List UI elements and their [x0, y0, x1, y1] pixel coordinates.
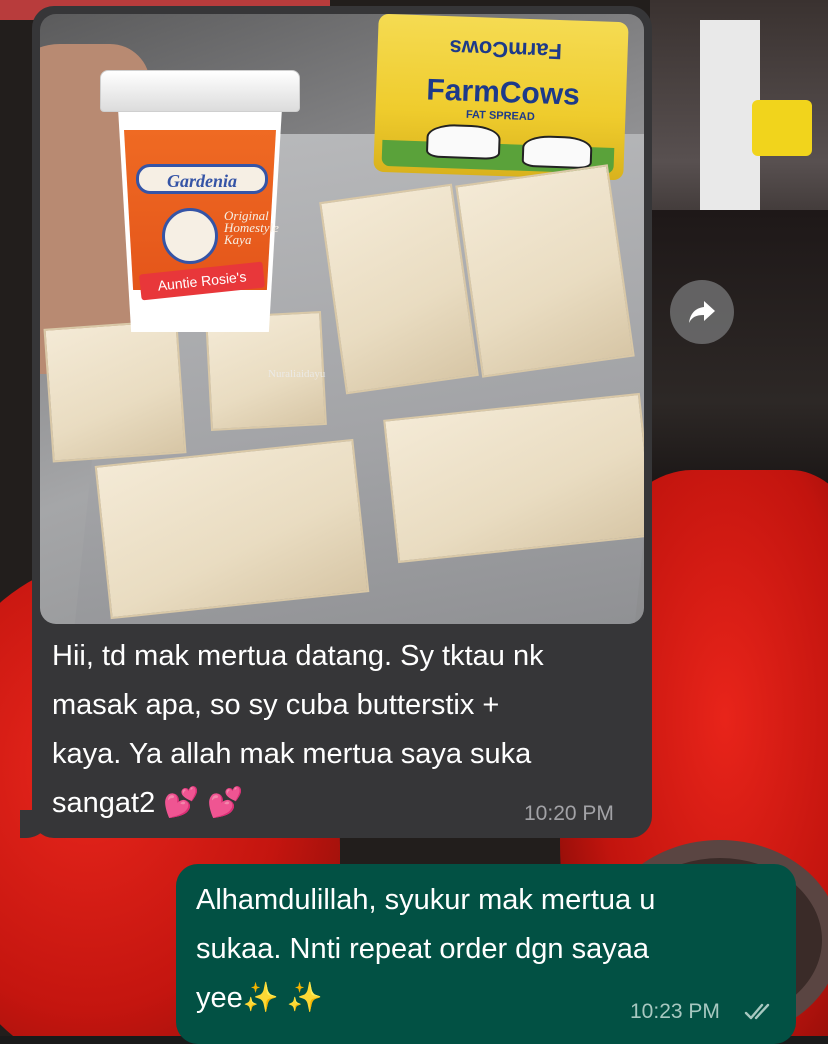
incoming-message-time: 10:20 PM [524, 802, 614, 825]
cup-lid [100, 70, 300, 112]
bread-slice [383, 392, 644, 564]
butter-top-label: FarmCows [449, 35, 563, 65]
bread-slice [43, 319, 187, 463]
forward-arrow-icon [689, 301, 715, 323]
cup-side-label: Original Homestyle Kaya [224, 208, 279, 247]
butter-pack: FarmCows FarmCows FAT SPREAD [373, 14, 629, 181]
message-photo[interactable]: FarmCows FarmCows FAT SPREAD Gardenia Or… [40, 14, 644, 624]
forward-button[interactable] [670, 280, 734, 344]
outgoing-message-time: 10:23 PM [630, 1000, 720, 1023]
cow-illustration [425, 123, 501, 160]
bread-slice [319, 183, 479, 395]
butter-brand-label: FarmCows [425, 73, 581, 112]
cup-brand-label: Gardenia [136, 164, 268, 194]
bread-slice [455, 164, 635, 378]
bubble-tail [20, 810, 50, 838]
photo-watermark: Nuraliaidayu [268, 368, 326, 380]
cup-mascot-face [162, 208, 218, 264]
cow-illustration [521, 134, 593, 170]
bread-slice [94, 438, 370, 620]
double-check-icon [744, 1003, 770, 1020]
incoming-message-text: Hii, td mak mertua datang. Sy tktau nk m… [52, 640, 544, 819]
